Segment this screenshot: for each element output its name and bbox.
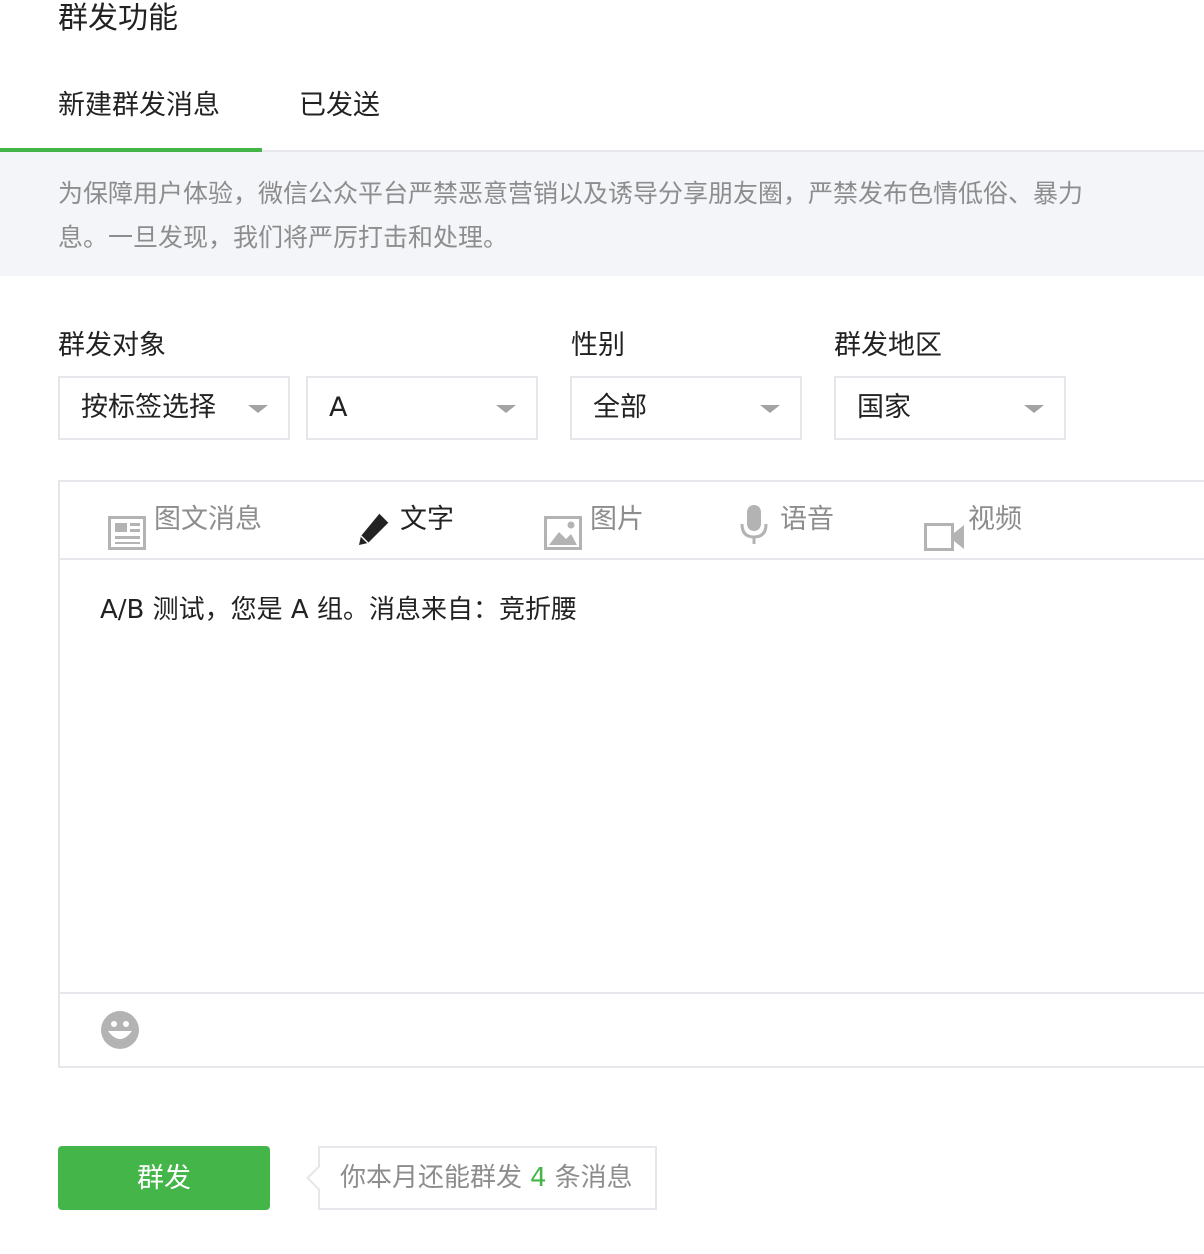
type-tab-image[interactable]: 图片	[544, 482, 654, 558]
message-textarea[interactable]: A/B 测试，您是 A 组。消息来自：竞折腰	[60, 560, 1204, 994]
quota-suffix: 条消息	[554, 1163, 633, 1193]
tag-select[interactable]: A	[306, 376, 538, 440]
quota-count: 4	[530, 1163, 547, 1193]
chevron-down-icon	[496, 405, 516, 413]
gender-select-value: 全部	[593, 392, 647, 423]
tab-new-broadcast[interactable]: 新建群发消息	[0, 72, 262, 154]
type-tab-article-label: 图文消息	[154, 504, 262, 535]
notice-line-1: 为保障用户体验，微信公众平台严禁恶意营销以及诱导分享朋友圈，严禁发布色情低俗、暴…	[58, 179, 1084, 208]
message-editor: 图文消息 文字 图片 语音 视频 A/B 测试，您是 A 组。消息来自：竞折腰	[58, 480, 1204, 1068]
target-select[interactable]: 按标签选择	[58, 376, 290, 440]
type-tab-video[interactable]: 视频	[924, 482, 1034, 558]
message-type-toolbar: 图文消息 文字 图片 语音 视频	[60, 482, 1204, 560]
tag-select-value: A	[329, 392, 348, 423]
type-tab-image-label: 图片	[590, 504, 644, 535]
region-select-value: 国家	[857, 392, 911, 423]
target-select-value: 按标签选择	[81, 392, 216, 423]
editor-footer	[60, 992, 1204, 1066]
quota-tooltip: 你本月还能群发 4 条消息	[306, 1146, 657, 1210]
type-tab-voice[interactable]: 语音	[738, 482, 848, 558]
emoji-icon[interactable]	[100, 1010, 140, 1050]
chevron-down-icon	[760, 405, 780, 413]
type-tab-video-label: 视频	[968, 504, 1022, 535]
type-tab-voice-label: 语音	[780, 504, 834, 535]
tab-bar: 新建群发消息 已发送	[0, 72, 1204, 154]
policy-notice: 为保障用户体验，微信公众平台严禁恶意营销以及诱导分享朋友圈，严禁发布色情低俗、暴…	[0, 152, 1204, 276]
type-tab-text-label: 文字	[400, 504, 454, 535]
gender-label: 性别	[571, 330, 625, 361]
target-label: 群发对象	[58, 330, 166, 361]
quota-prefix: 你本月还能群发	[340, 1163, 523, 1193]
chevron-down-icon	[248, 405, 268, 413]
send-button[interactable]: 群发	[58, 1146, 270, 1210]
notice-line-2: 息。一旦发现，我们将严厉打击和处理。	[58, 223, 509, 252]
type-tab-text[interactable]: 文字	[356, 482, 466, 558]
region-select[interactable]: 国家	[834, 376, 1066, 440]
region-label: 群发地区	[834, 330, 942, 361]
page-title: 群发功能	[58, 1, 178, 36]
type-tab-article[interactable]: 图文消息	[108, 482, 278, 558]
chevron-down-icon	[1024, 405, 1044, 413]
tab-sent[interactable]: 已发送	[299, 72, 380, 152]
gender-select[interactable]: 全部	[570, 376, 802, 440]
